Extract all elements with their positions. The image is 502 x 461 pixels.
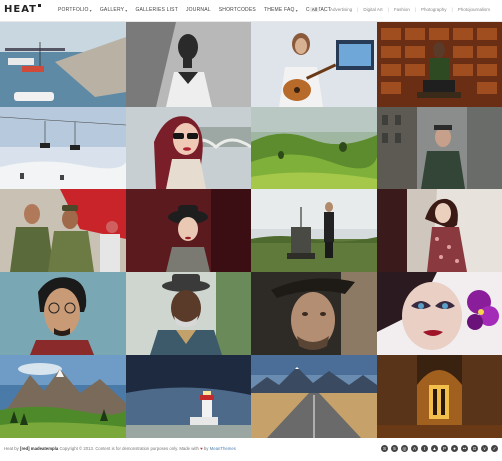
- nav-label: GALLERIES LIST: [135, 7, 178, 13]
- portfolio-tile-old-machine[interactable]: [251, 189, 377, 272]
- site-header: HEAT PORTFOLIO ▾ GALLERY ▾ GALLERIES LIST …: [0, 0, 502, 22]
- skype-icon[interactable]: S: [381, 445, 388, 452]
- filter-separator: |: [357, 7, 359, 12]
- filter-photography[interactable]: Photography: [421, 7, 447, 12]
- portfolio-tile-harbor[interactable]: [0, 22, 126, 107]
- mountain-meadow-photo: [0, 355, 126, 438]
- filter-digital-art[interactable]: Digital Art: [363, 7, 382, 12]
- filter-advertising[interactable]: Advertising: [330, 7, 352, 12]
- portfolio-tile-mountain-meadow[interactable]: [0, 355, 126, 438]
- portfolio-tile-lighthouse[interactable]: [126, 355, 251, 438]
- fedora-man-photo: [251, 272, 377, 355]
- category-filters: All | Advertising | Digital Art | Fashio…: [309, 7, 490, 12]
- nav-label: GALLERY: [99, 7, 125, 13]
- lighthouse-photo: [126, 355, 251, 438]
- portfolio-tile-church[interactable]: [377, 355, 502, 438]
- portfolio-tile-mountain-road[interactable]: [251, 355, 377, 438]
- page: HEAT PORTFOLIO ▾ GALLERY ▾ GALLERIES LIST …: [0, 0, 502, 461]
- chevron-down-icon: ▾: [125, 7, 128, 13]
- portfolio-tile-ski-lift[interactable]: [0, 107, 126, 189]
- filter-photojournalism[interactable]: Photojournalism: [458, 7, 490, 12]
- filter-separator: |: [414, 7, 417, 12]
- portfolio-tile-brick-wall[interactable]: [377, 22, 502, 107]
- site-footer: Heat by [red] madeatempla Copyright © 20…: [0, 438, 502, 461]
- harbor-photo: [0, 22, 126, 107]
- filter-all[interactable]: All: [309, 7, 319, 12]
- round-glasses-photo: [0, 272, 126, 355]
- vimeo-icon[interactable]: v: [481, 445, 488, 452]
- nav-label: SHORTCODES: [218, 7, 256, 13]
- orchid-woman-photo: [377, 272, 502, 355]
- footer-credit: Heat by [red] madeatempla Copyright © 20…: [4, 446, 236, 451]
- nav-label: THEME FAQ: [263, 7, 295, 13]
- chevron-down-icon: ▾: [295, 7, 298, 13]
- site-logo[interactable]: HEAT: [4, 4, 41, 15]
- dribbble-icon[interactable]: ●: [451, 445, 458, 452]
- brand-link[interactable]: [red] madeatempla: [20, 446, 58, 451]
- github-icon[interactable]: G: [471, 445, 478, 452]
- mountain-road-photo: [251, 355, 377, 438]
- nav-label: PORTFOLIO: [58, 7, 89, 13]
- twitter-icon[interactable]: ✓: [491, 445, 498, 452]
- instagram-icon[interactable]: ◎: [401, 445, 408, 452]
- flickr-icon[interactable]: ••: [461, 445, 468, 452]
- old-machine-photo: [251, 189, 377, 272]
- nav-label: JOURNAL: [185, 7, 211, 13]
- portfolio-tile-floral-dress[interactable]: [377, 189, 502, 272]
- portfolio-tile-bw-portrait[interactable]: [126, 22, 251, 107]
- brick-wall-photo: [377, 22, 502, 107]
- copyright-text: Copyright © 2013. Content is for demonst…: [59, 446, 199, 451]
- portfolio-tile-green-hills[interactable]: [251, 107, 377, 189]
- by-label: by: [203, 446, 209, 451]
- floral-dress-photo: [377, 189, 502, 272]
- nav-item-galleries-list[interactable]: GALLERIES LIST: [135, 7, 178, 13]
- main-nav: PORTFOLIO ▾ GALLERY ▾ GALLERIES LIST JOURN…: [58, 7, 331, 13]
- portfolio-tile-hat-woman[interactable]: [126, 189, 251, 272]
- portfolio-tile-soldiers[interactable]: [0, 189, 126, 272]
- tumblr-icon[interactable]: t: [421, 445, 428, 452]
- nav-item-gallery[interactable]: GALLERY ▾: [100, 7, 128, 13]
- 500px-icon[interactable]: 5: [391, 445, 398, 452]
- app-net-icon[interactable]: A: [411, 445, 418, 452]
- portfolio-tile-guitar[interactable]: [251, 22, 377, 107]
- bw-portrait-photo: [126, 22, 251, 107]
- filter-separator: |: [451, 7, 453, 12]
- made-by-label: Heat by: [4, 446, 19, 451]
- elderly-man-photo: [126, 272, 251, 355]
- logo-text: HEAT: [4, 4, 37, 15]
- church-interior-photo: [377, 355, 502, 438]
- portfolio-grid: [0, 22, 502, 438]
- nav-item-theme-faq[interactable]: THEME FAQ ▾: [264, 7, 298, 13]
- chevron-down-icon: ▾: [89, 7, 92, 13]
- nav-item-shortcodes[interactable]: SHORTCODES: [219, 7, 256, 13]
- heart-icon: ♥: [200, 446, 203, 451]
- sunglasses-photo: [126, 107, 251, 189]
- portfolio-tile-round-glasses[interactable]: [0, 272, 126, 355]
- filter-fashion[interactable]: Fashion: [394, 7, 410, 12]
- ski-lift-photo: [0, 107, 126, 189]
- author-link[interactable]: MeanThemes: [210, 446, 236, 451]
- portfolio-tile-elderly-man[interactable]: [126, 272, 251, 355]
- hat-woman-photo: [126, 189, 251, 272]
- forrst-icon[interactable]: ▲: [431, 445, 438, 452]
- logo-mark-icon: [37, 4, 41, 7]
- portfolio-tile-orchid-woman[interactable]: [377, 272, 502, 355]
- green-hills-photo: [251, 107, 377, 189]
- guitar-photo: [251, 22, 377, 107]
- soldiers-photo: [0, 189, 126, 272]
- portfolio-tile-city-man[interactable]: [377, 107, 502, 189]
- nav-item-journal[interactable]: JOURNAL: [186, 7, 211, 13]
- city-man-photo: [377, 107, 502, 189]
- social-icons: S 5 ◎ A t ▲ P ● •• G v ✓: [381, 445, 498, 452]
- pinterest-icon[interactable]: P: [441, 445, 448, 452]
- nav-item-portfolio[interactable]: PORTFOLIO ▾: [58, 7, 92, 13]
- portfolio-tile-sunglasses[interactable]: [126, 107, 251, 189]
- portfolio-tile-fedora-man[interactable]: [251, 272, 377, 355]
- filter-separator: |: [323, 7, 325, 12]
- filter-separator: |: [387, 7, 389, 12]
